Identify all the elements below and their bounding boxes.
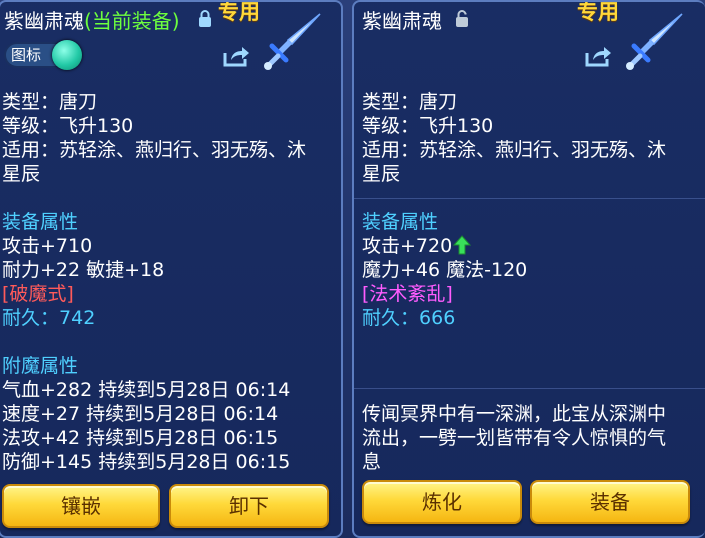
level-line: 等级：飞升130 [362,115,494,137]
applies-line: 适用：苏轻涂、燕归行、羽无殇、沐 [2,139,307,161]
durability: 耐久：666 [362,306,455,330]
enchant-line: 防御+145 持续到5月28日 06:15 [2,451,291,473]
durability-label: 耐久： [362,307,420,329]
equipped-tag: (当前装备) [84,9,180,33]
item-name: 紫幽肃魂 [362,9,442,33]
equipped-item-panel: 紫幽肃魂(当前装备) 专用 图标 类型：唐刀 等级：飞升130 适用：苏轻涂、燕… [0,0,343,538]
attack-stat: 攻击+710 [2,235,93,257]
candidate-item-panel: 紫幽肃魂 专用 类型：唐刀 等级：飞升130 适用：苏轻涂、燕归行、羽无殇、沐 … [352,0,705,538]
equip-attr-header: 装备属性 [362,211,439,233]
equip-attr-header: 装备属性 [2,211,79,233]
toggle-knob [52,40,82,70]
secondary-stats: 耐力+22 敏捷+18 [2,259,165,281]
description-line: 流出，一劈一划皆带有令人惊惧的气 [362,427,667,449]
equip-button[interactable]: 装备 [530,480,690,524]
lock-closed-icon[interactable] [197,9,213,27]
description-line: 传闻冥界中有一深渊，此宝从深渊中 [362,403,667,425]
type-line: 类型：唐刀 [362,91,458,113]
enchant-line: 气血+282 持续到5月28日 06:14 [2,379,291,401]
applies-line: 适用：苏轻涂、燕归行、羽无殇、沐 [362,139,667,161]
applies-line-cont: 星辰 [2,163,41,185]
level-line: 等级：飞升130 [2,115,134,137]
special-tag: 专用 [577,0,619,24]
attack-stat: 攻击+720 [362,234,472,258]
special-effect: [法术紊乱] [362,283,453,305]
type-line: 类型：唐刀 [2,91,98,113]
durability-label: 耐久： [2,307,60,329]
unequip-button[interactable]: 卸下 [169,484,329,528]
item-name: 紫幽肃魂(当前装备) [4,9,180,33]
sword-item-icon [264,13,321,70]
upgrade-arrow-icon [453,235,472,255]
special-tag: 专用 [218,0,260,24]
durability: 耐久：742 [2,306,95,330]
durability-value: 742 [59,307,96,329]
icon-toggle-label: 图标 [11,46,42,64]
enchant-header: 附魔属性 [2,355,79,377]
applies-line-cont: 星辰 [362,163,401,185]
secondary-stats: 魔力+46 魔法-120 [362,259,528,281]
icon-toggle[interactable]: 图标 [4,40,84,70]
refine-button[interactable]: 炼化 [362,480,522,524]
description-line: 息 [362,451,382,473]
lock-open-icon[interactable] [454,9,470,27]
inlay-button[interactable]: 镶嵌 [2,484,160,528]
share-icon[interactable] [584,44,612,68]
share-icon[interactable] [222,44,250,68]
divider [354,198,705,199]
enchant-line: 速度+27 持续到5月28日 06:14 [2,403,279,425]
durability-value: 666 [419,307,456,329]
divider [354,388,705,389]
attack-value: 攻击+720 [362,235,453,257]
enchant-line: 法攻+42 持续到5月28日 06:15 [2,427,279,449]
sword-item-icon [626,13,683,70]
special-effect: [破魔式] [2,283,74,305]
